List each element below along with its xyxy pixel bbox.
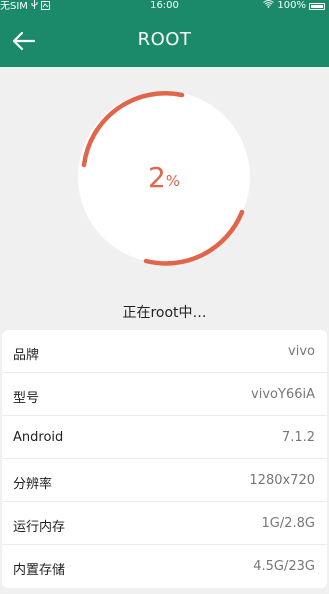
info-row-resolution: 分辨率 1280x720 [2,459,327,502]
progress-value: 2 % [64,77,264,277]
info-value: 4.5G/23G [253,559,315,574]
info-value: 1280x720 [249,473,315,488]
progress-number: 2 [147,160,166,194]
info-value: 7.1.2 [281,430,315,445]
info-value: vivo [288,344,315,359]
info-row-ram: 运行内存 1G/2.8G [2,502,327,545]
info-row-storage: 内置存储 4.5G/23G [2,545,327,588]
info-label: 内置存储 [13,563,66,578]
info-label: 分辨率 [13,477,53,492]
battery-percent: 100% [277,0,306,11]
info-label: 型号 [13,391,40,406]
info-label: Android [13,430,64,445]
device-info-card: 品牌 vivo 型号 vivoY66iA Android 7.1.2 分辨率 1… [2,330,327,588]
info-row-model: 型号 vivoY66iA [2,373,327,416]
info-row-brand: 品牌 vivo [2,330,327,373]
page-title: ROOT [137,29,192,50]
info-value: vivoY66iA [251,387,315,402]
root-status-text: 正在root中… [122,305,207,321]
info-row-android: Android 7.1.2 [2,416,327,459]
progress-area: 2 % 正在root中… [0,67,329,325]
info-label: 品牌 [13,348,40,363]
progress-unit: % [165,172,181,190]
wifi-icon [263,0,275,12]
status-bar: 无SIM 16:00 100% [0,0,329,14]
status-bar-right: 100% [263,0,325,12]
info-value: 1G/2.8G [261,516,315,531]
toolbar: ROOT [0,14,329,67]
info-label: 运行内存 [13,520,66,535]
battery-icon [309,2,325,10]
